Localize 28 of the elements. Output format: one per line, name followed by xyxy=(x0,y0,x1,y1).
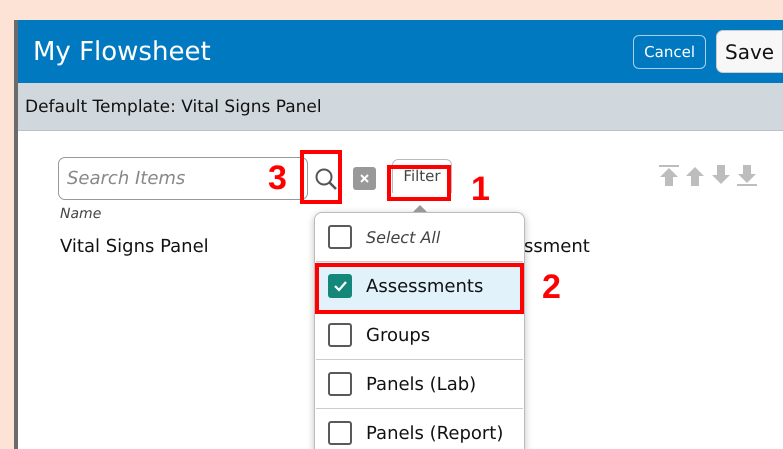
checkbox[interactable] xyxy=(328,274,352,298)
close-icon xyxy=(359,173,370,184)
menu-item[interactable]: Groups xyxy=(316,311,523,360)
save-button[interactable]: Save xyxy=(716,30,783,73)
highlight-box xyxy=(387,165,451,201)
callout-number: 2 xyxy=(542,270,561,304)
clear-button[interactable] xyxy=(353,167,376,190)
menu-item-label: Select All xyxy=(366,228,440,246)
table-cell: ssment xyxy=(524,236,590,257)
menu-item-label: Groups xyxy=(366,324,430,346)
checkbox[interactable] xyxy=(328,421,352,445)
template-label: Default Template: Vital Signs Panel xyxy=(18,83,783,131)
menu-item[interactable]: Panels (Report) xyxy=(316,409,523,449)
table-cell-text: Vital Signs Panel xyxy=(59,236,209,257)
checkbox[interactable] xyxy=(328,372,352,396)
cancel-button[interactable]: Cancel xyxy=(633,34,706,68)
menu-item-label: Assessments xyxy=(366,276,484,296)
window-title: My Flowsheet xyxy=(33,36,212,66)
menu-item-label: Panels (Report) xyxy=(366,422,504,444)
highlight-box xyxy=(300,150,342,204)
checkbox[interactable] xyxy=(328,225,352,249)
checkbox[interactable] xyxy=(328,323,352,347)
menu-item-label: Panels (Lab) xyxy=(366,374,476,394)
callout-number: 3 xyxy=(268,161,287,195)
callout-number: 1 xyxy=(471,172,490,206)
menu-item[interactable]: Panels (Lab) xyxy=(316,360,523,409)
column-header: Name xyxy=(59,206,102,222)
search-icon[interactable] xyxy=(314,166,338,190)
